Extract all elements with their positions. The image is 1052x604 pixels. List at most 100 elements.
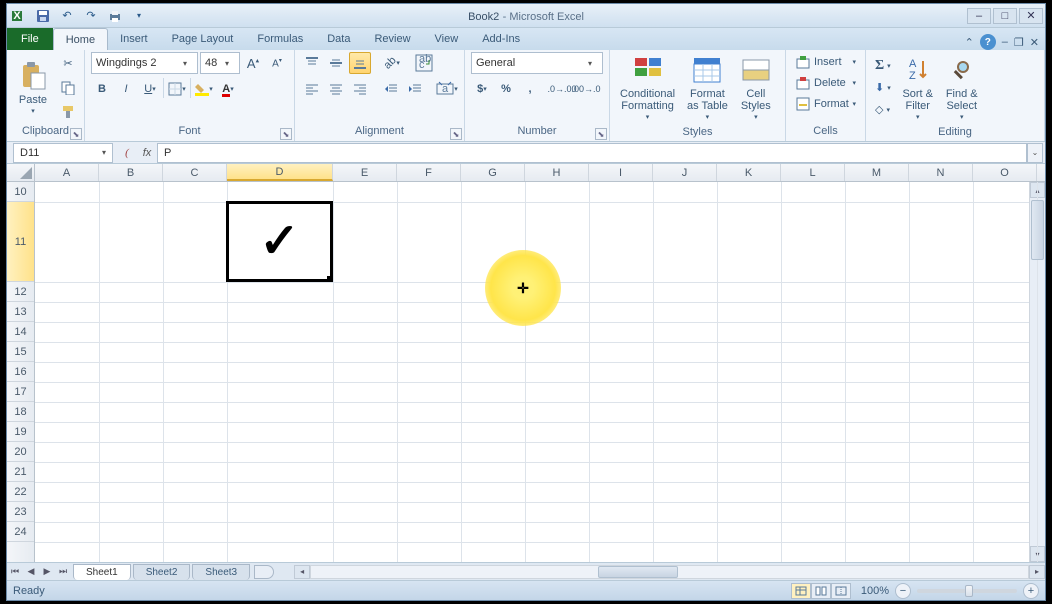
fx-button[interactable]: fx xyxy=(137,143,157,163)
percent-format-button[interactable]: % xyxy=(495,78,517,100)
font-color-button[interactable]: A▾ xyxy=(217,78,239,100)
align-middle-button[interactable] xyxy=(325,52,347,74)
sheet-nav-first[interactable]: ⏮ xyxy=(7,564,23,580)
sheet-nav-next[interactable]: ▶ xyxy=(39,564,55,580)
number-format-combo[interactable]: General▾ xyxy=(471,52,603,74)
delete-cells-button[interactable]: Delete▾ xyxy=(792,73,859,93)
format-painter-button[interactable] xyxy=(57,101,79,123)
tab-view[interactable]: View xyxy=(423,28,471,50)
row-header-12[interactable]: 12 xyxy=(7,282,34,302)
column-header-N[interactable]: N xyxy=(909,164,973,181)
font-name-combo[interactable]: Wingdings 2▾ xyxy=(91,52,198,74)
font-size-combo[interactable]: 48▾ xyxy=(200,52,240,74)
zoom-level[interactable]: 100% xyxy=(861,585,889,597)
tab-home[interactable]: Home xyxy=(53,28,108,50)
row-header-19[interactable]: 19 xyxy=(7,422,34,442)
italic-button[interactable]: I xyxy=(115,78,137,100)
row-header-11[interactable]: 11 xyxy=(7,202,34,282)
scroll-right-button[interactable]: ▸ xyxy=(1029,565,1045,579)
alignment-dialog-launcher[interactable]: ⬊ xyxy=(450,128,462,140)
align-top-button[interactable] xyxy=(301,52,323,74)
tab-file[interactable]: File xyxy=(7,28,53,50)
format-cells-button[interactable]: Format▾ xyxy=(792,94,859,114)
sheet-nav-last[interactable]: ⏭ xyxy=(55,564,71,580)
column-header-K[interactable]: K xyxy=(717,164,781,181)
column-header-E[interactable]: E xyxy=(333,164,397,181)
column-header-J[interactable]: J xyxy=(653,164,717,181)
column-header-M[interactable]: M xyxy=(845,164,909,181)
row-header-16[interactable]: 16 xyxy=(7,362,34,382)
bold-button[interactable]: B xyxy=(91,78,113,100)
align-right-button[interactable] xyxy=(349,78,371,100)
page-break-view-button[interactable] xyxy=(831,583,851,599)
vertical-scrollbar[interactable]: ▴ ▾ xyxy=(1029,182,1045,562)
column-header-F[interactable]: F xyxy=(397,164,461,181)
normal-view-button[interactable] xyxy=(791,583,811,599)
sheet-tab-sheet2[interactable]: Sheet2 xyxy=(133,564,191,580)
column-header-L[interactable]: L xyxy=(781,164,845,181)
decrease-font-button[interactable]: A▾ xyxy=(266,52,288,74)
conditional-formatting-button[interactable]: Conditional Formatting▾ xyxy=(616,52,679,124)
row-header-22[interactable]: 22 xyxy=(7,482,34,502)
find-select-button[interactable]: Find & Select▾ xyxy=(942,52,982,124)
tab-data[interactable]: Data xyxy=(315,28,362,50)
autosum-button[interactable]: Σ▾ xyxy=(872,56,894,76)
sort-filter-button[interactable]: AZSort & Filter▾ xyxy=(898,52,938,124)
accounting-format-button[interactable]: $▾ xyxy=(471,78,493,100)
tab-insert[interactable]: Insert xyxy=(108,28,160,50)
clear-button[interactable]: ◇▾ xyxy=(872,100,894,120)
select-all-corner[interactable] xyxy=(7,164,35,181)
increase-indent-button[interactable] xyxy=(404,78,426,100)
column-header-H[interactable]: H xyxy=(525,164,589,181)
print-icon[interactable] xyxy=(107,8,123,24)
zoom-slider-knob[interactable] xyxy=(965,585,973,597)
column-header-I[interactable]: I xyxy=(589,164,653,181)
row-header-18[interactable]: 18 xyxy=(7,402,34,422)
orientation-button[interactable]: ab▾ xyxy=(381,52,403,74)
row-header-17[interactable]: 17 xyxy=(7,382,34,402)
close-button[interactable]: ✕ xyxy=(1019,8,1043,24)
mdi-close-icon[interactable]: ✕ xyxy=(1030,36,1039,49)
number-dialog-launcher[interactable]: ⬊ xyxy=(595,128,607,140)
zoom-out-button[interactable]: − xyxy=(895,583,911,599)
comma-format-button[interactable]: , xyxy=(519,78,541,100)
cells-area[interactable]: ✓✛ xyxy=(35,182,1029,562)
expand-formula-bar[interactable]: ⌄ xyxy=(1027,143,1043,163)
column-header-B[interactable]: B xyxy=(99,164,163,181)
tab-addins[interactable]: Add-Ins xyxy=(470,28,532,50)
column-header-A[interactable]: A xyxy=(35,164,99,181)
copy-button[interactable] xyxy=(57,77,79,99)
row-header-10[interactable]: 10 xyxy=(7,182,34,202)
column-header-D[interactable]: D xyxy=(227,164,333,181)
zoom-in-button[interactable]: + xyxy=(1023,583,1039,599)
qat-dropdown-icon[interactable]: ▾ xyxy=(131,8,147,24)
row-header-24[interactable]: 24 xyxy=(7,522,34,542)
align-left-button[interactable] xyxy=(301,78,323,100)
new-sheet-button[interactable] xyxy=(254,565,274,579)
undo-icon[interactable]: ↶ xyxy=(59,8,75,24)
tab-page-layout[interactable]: Page Layout xyxy=(160,28,246,50)
tab-formulas[interactable]: Formulas xyxy=(245,28,315,50)
mdi-minimize-icon[interactable]: – xyxy=(1002,36,1008,48)
column-header-O[interactable]: O xyxy=(973,164,1037,181)
fill-button[interactable]: ⬇▾ xyxy=(872,78,894,98)
name-box[interactable]: D11▾ xyxy=(13,143,113,163)
increase-font-button[interactable]: A▴ xyxy=(242,52,264,74)
wrap-text-button[interactable]: abc xyxy=(413,52,435,74)
insert-cells-button[interactable]: Insert▾ xyxy=(792,52,859,72)
column-header-C[interactable]: C xyxy=(163,164,227,181)
row-header-13[interactable]: 13 xyxy=(7,302,34,322)
minimize-button[interactable]: – xyxy=(967,8,991,24)
font-dialog-launcher[interactable]: ⬊ xyxy=(280,128,292,140)
decrease-indent-button[interactable] xyxy=(380,78,402,100)
fill-color-button[interactable]: ▾ xyxy=(193,78,215,100)
row-header-15[interactable]: 15 xyxy=(7,342,34,362)
borders-button[interactable]: ▾ xyxy=(166,78,188,100)
redo-icon[interactable]: ↷ xyxy=(83,8,99,24)
fill-handle[interactable] xyxy=(327,276,333,282)
column-header-G[interactable]: G xyxy=(461,164,525,181)
align-bottom-button[interactable] xyxy=(349,52,371,74)
row-header-21[interactable]: 21 xyxy=(7,462,34,482)
minimize-ribbon-icon[interactable]: ⌃ xyxy=(965,36,974,49)
zoom-slider[interactable] xyxy=(917,589,1017,593)
